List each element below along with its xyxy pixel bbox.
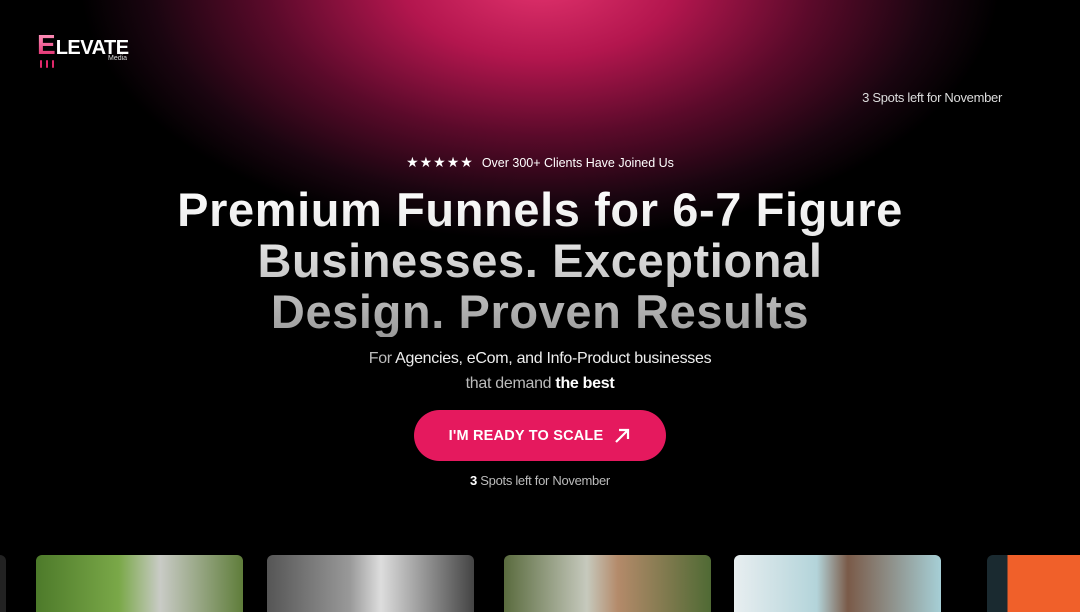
cta-label: I'M READY TO SCALE [448,427,604,444]
client-photo-card [987,555,1080,612]
subtitle-bold: the best [555,375,615,392]
logo-letter: E [37,29,56,60]
subtitle-highlight: Agencies, eCom, and Info-Product busines… [395,350,712,367]
logo-drips-icon [40,60,54,68]
spots-left-header: 3 Spots left for November [862,90,1002,105]
client-photo-card [0,555,6,612]
subtitle-line2: that demand [465,375,556,392]
subtitle-prefix: For [368,350,396,367]
arrow-up-right-icon [615,428,630,443]
logo-subtext: Media [108,55,128,62]
client-photo-card [36,555,243,612]
social-proof: ★★★★★ Over 300+ Clients Have Joined Us [0,154,1080,171]
spots-left-note: 3 Spots left for November [0,473,1080,488]
hero-title-line-2: Businesses. Exceptional [257,234,823,287]
elevate-logo[interactable]: E LEVATE Media [37,29,129,68]
hero-title-line-1: Premium Funnels for 6-7 Figure [177,183,903,236]
five-stars-icon: ★★★★★ [406,154,474,170]
client-photo-card [267,555,474,612]
hero-title: Premium Funnels for 6-7 Figure Businesse… [0,184,1080,337]
spots-count: 3 [470,473,477,488]
client-photo-card [504,555,711,612]
hero-title-line-3: Design. Proven Results [270,285,810,338]
spots-text: Spots left for November [476,473,610,488]
client-photo-card [734,555,941,612]
ready-to-scale-button[interactable]: I'M READY TO SCALE [414,410,666,461]
hero-subtitle: For Agencies, eCom, and Info-Product bus… [0,346,1080,396]
social-proof-text: Over 300+ Clients Have Joined Us [481,155,674,170]
